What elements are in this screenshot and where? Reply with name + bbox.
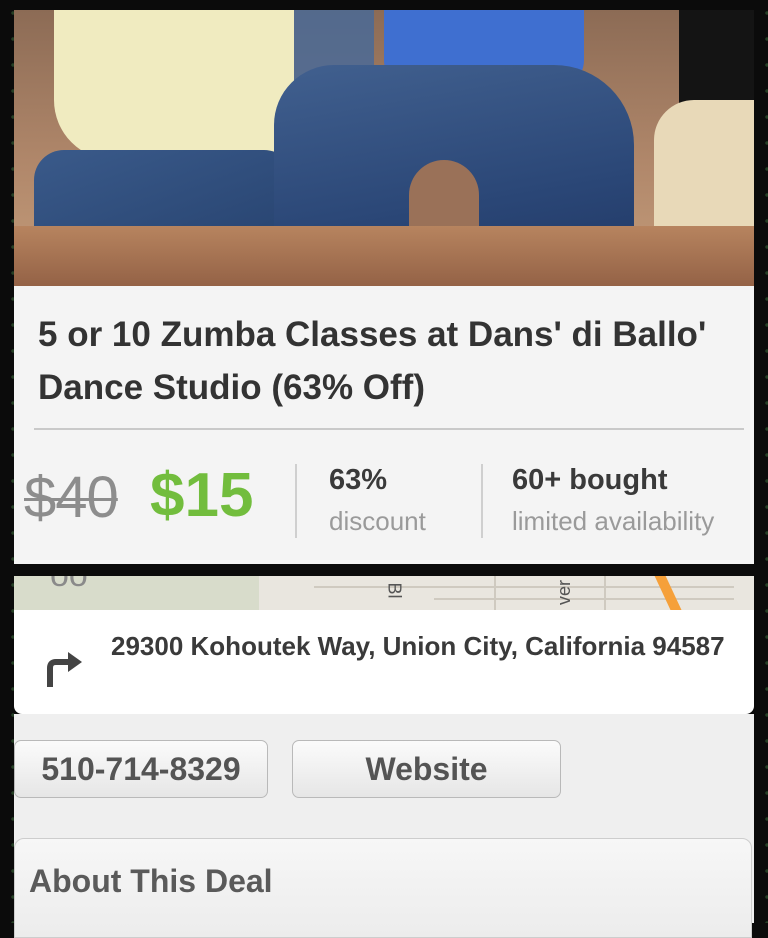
turn-right-arrow-icon: [47, 652, 82, 687]
about-this-deal-section[interactable]: About This Deal: [14, 838, 752, 938]
divider: [34, 428, 744, 430]
original-price: $40: [24, 465, 119, 530]
map-preview[interactable]: oo Bl ver: [14, 576, 754, 610]
map-logo: oo: [50, 576, 88, 595]
discount-value: 63%: [329, 464, 388, 496]
availability-label: limited availability: [512, 506, 715, 536]
address-row[interactable]: 29300 Kohoutek Way, Union City, Californ…: [14, 610, 754, 714]
separator: [295, 464, 297, 538]
deal-price: $15: [150, 461, 254, 530]
about-title: About This Deal: [29, 863, 273, 899]
phone-button[interactable]: 510-714-8329: [14, 740, 268, 798]
address-text: 29300 Kohoutek Way, Union City, Californ…: [111, 631, 725, 661]
bought-count: 60+ bought: [512, 464, 668, 496]
map-street-label: ver: [554, 579, 575, 606]
discount-label: discount: [329, 506, 426, 536]
deal-photo: [14, 10, 754, 286]
actions-section: 510-714-8329 Website About This Deal: [14, 714, 754, 938]
deal-card: 5 or 10 Zumba Classes at Dans' di Ballo'…: [14, 286, 754, 564]
website-button[interactable]: Website: [292, 740, 561, 798]
map-street-label: Bl: [384, 582, 405, 599]
deal-title: 5 or 10 Zumba Classes at Dans' di Ballo'…: [38, 315, 707, 407]
separator: [481, 464, 483, 538]
